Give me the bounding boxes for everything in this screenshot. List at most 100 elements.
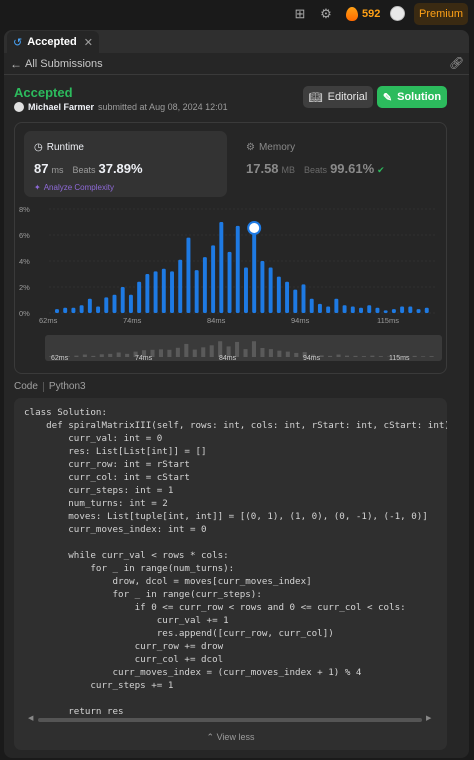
runtime-card[interactable]: ◷ Runtime 87 ms Beats 37.89% ✦ Analyze C… — [24, 131, 227, 197]
x-tick-label: 94ms — [291, 316, 310, 325]
view-less-label: View less — [216, 732, 255, 742]
chart-bar — [317, 303, 322, 313]
memory-value: 17.58 — [246, 161, 279, 176]
flame-icon — [346, 7, 358, 21]
chart-bar — [285, 281, 290, 313]
chart-bar — [87, 298, 92, 313]
range-tick-label: 62ms — [51, 355, 69, 362]
author-avatar — [14, 102, 24, 112]
code-header: Code Python3 — [14, 381, 86, 392]
submission-panel: ↺ Accepted ✕ ← All Submissions 🔗︎ Accept… — [4, 30, 469, 758]
y-tick-label: 8% — [19, 205, 30, 214]
runtime-title-row: ◷ Runtime — [34, 142, 84, 153]
range-bar — [74, 355, 79, 357]
settings-gear-icon[interactable]: ⚙ — [318, 6, 334, 22]
range-bar — [294, 352, 299, 357]
range-bar — [209, 345, 214, 357]
submission-subnav: ← All Submissions 🔗︎ — [4, 53, 469, 75]
view-less-button[interactable]: ⌃ View less — [14, 732, 447, 743]
memory-title: Memory — [258, 142, 296, 153]
code-line: curr_row += drow — [24, 641, 224, 652]
chart-bar — [408, 306, 413, 313]
divider — [42, 381, 44, 392]
solution-button[interactable]: ✎ Solution — [377, 86, 447, 108]
chart-bar — [55, 309, 59, 313]
clock-icon: ◷ — [34, 142, 43, 153]
streak-count: 592 — [362, 8, 381, 20]
range-bar — [421, 356, 426, 357]
chart-bar — [391, 309, 396, 313]
user-avatar[interactable] — [390, 6, 405, 21]
editorial-label: Editorial — [327, 91, 368, 103]
chart-bar — [334, 298, 339, 313]
chart-bar — [276, 276, 281, 313]
memory-beats-label: Beats — [304, 165, 328, 175]
chart-bar — [301, 284, 306, 313]
chart-bar — [194, 270, 199, 313]
memory-stats: 17.58 MB Beats 99.61% ✔ — [246, 161, 385, 176]
close-icon[interactable]: ✕ — [84, 36, 93, 49]
runtime-title: Runtime — [46, 142, 84, 153]
range-bar — [82, 354, 87, 357]
chart-bar — [309, 298, 314, 313]
range-bar — [243, 349, 248, 357]
x-tick-label: 84ms — [207, 316, 226, 325]
range-tick-label: 74ms — [135, 355, 153, 362]
range-bar — [336, 354, 341, 357]
chart-bar — [63, 307, 68, 313]
performance-results: ◷ Runtime 87 ms Beats 37.89% ✦ Analyze C… — [14, 122, 447, 374]
chart-bar — [120, 287, 125, 313]
chart-bar — [104, 297, 109, 313]
range-bar — [251, 341, 257, 357]
editorial-button[interactable]: 📖︎ Editorial — [303, 86, 373, 108]
code-line: curr_moves_index = (curr_moves_index + 1… — [24, 667, 362, 678]
chevron-up-icon: ⌃ — [206, 732, 215, 742]
range-bar — [184, 343, 189, 357]
chart-bar — [383, 310, 388, 313]
chart-bar — [202, 257, 207, 313]
x-tick-label: 62ms — [39, 316, 58, 325]
horizontal-scrollbar[interactable]: ◀ ▶ — [28, 714, 432, 724]
y-tick-label: 4% — [19, 257, 30, 266]
chart-bar — [375, 307, 380, 313]
memory-card[interactable]: ⚙ Memory 17.58 MB Beats 99.61% ✔ — [236, 131, 436, 197]
range-bar — [268, 349, 273, 357]
edit-icon: ✎ — [382, 91, 393, 104]
range-selector — [45, 335, 442, 361]
chart-bar — [268, 267, 273, 313]
author-name[interactable]: Michael Farmer — [28, 102, 94, 112]
book-icon: 📖︎ — [308, 91, 323, 104]
chart-bar — [227, 251, 232, 313]
tab-accepted[interactable]: ↺ Accepted ✕ — [7, 31, 99, 53]
code-line: curr_steps += 1 — [24, 680, 174, 691]
code-line: class Solution: — [24, 407, 107, 418]
link-icon[interactable]: 🔗︎ — [449, 56, 464, 70]
scroll-right-icon[interactable]: ▶ — [426, 714, 431, 722]
runtime-distribution-chart[interactable]: 8% 6% 4% 2% 0% 62ms 74ms 84ms 94ms 115ms 62ms 74ms 8… — [15, 203, 448, 373]
chart-bar — [350, 306, 355, 313]
top-bar: ⊞ ⚙ 592 Premium — [0, 0, 474, 28]
analyze-complexity-link[interactable]: ✦ Analyze Complexity — [34, 183, 114, 192]
range-bar — [277, 350, 282, 357]
chart-bar — [235, 225, 240, 313]
chart-bar — [244, 267, 248, 313]
memory-chip-icon: ⚙ — [246, 142, 255, 153]
all-submissions-link[interactable]: All Submissions — [25, 58, 103, 70]
runtime-beats-label: Beats — [72, 165, 96, 175]
scrollbar-thumb[interactable] — [38, 718, 422, 722]
arrow-left-icon[interactable]: ← — [10, 57, 22, 71]
code-line: for _ in range(curr_steps): — [24, 589, 262, 600]
chart-bar — [79, 305, 84, 313]
layout-grid-icon[interactable]: ⊞ — [292, 6, 308, 22]
range-bar — [158, 349, 163, 357]
premium-button[interactable]: Premium — [414, 3, 468, 25]
scroll-left-icon[interactable]: ◀ — [28, 714, 33, 722]
streak-counter[interactable]: 592 — [346, 6, 380, 22]
range-bar — [167, 349, 172, 357]
code-label: Code — [14, 381, 38, 392]
chart-bar — [400, 306, 405, 313]
chart-bar — [170, 271, 174, 313]
code-block[interactable]: class Solution: def spiralMatrixIII(self… — [14, 398, 447, 750]
x-tick-label: 74ms — [123, 316, 142, 325]
code-line: curr_val += 1 — [24, 615, 229, 626]
